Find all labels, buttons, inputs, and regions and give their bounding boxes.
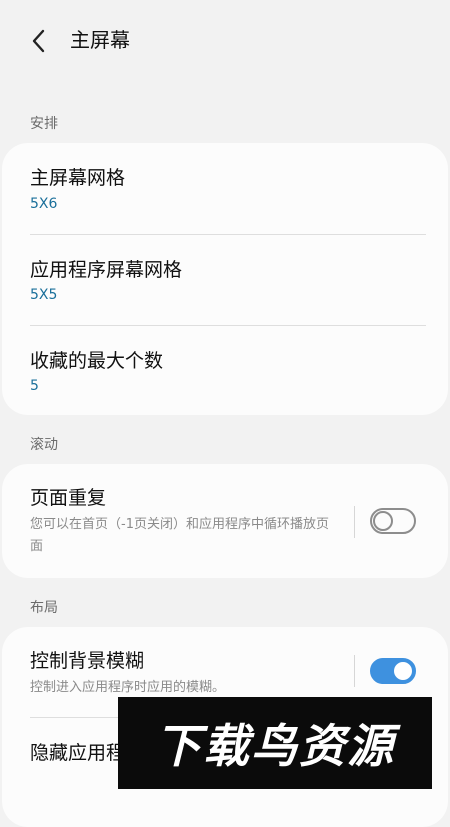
- toggle-knob: [392, 660, 414, 682]
- setting-subtitle: 控制进入应用程序时应用的模糊。: [30, 680, 226, 695]
- watermark-text: 下载鸟资源: [155, 719, 395, 773]
- section-label-scroll: 滚动: [30, 437, 58, 453]
- toggle-knob: [373, 511, 393, 531]
- section-label-layout: 布局: [30, 600, 58, 616]
- section-label-arrange: 安排: [30, 116, 58, 132]
- setting-page-repeat[interactable]: 页面重复 您可以在首页（-1页关闭）和应用程序中循环播放页面: [2, 464, 448, 578]
- setting-title: 应用程序屏幕网格: [30, 259, 183, 281]
- page-repeat-toggle[interactable]: [370, 508, 416, 534]
- setting-home-grid[interactable]: 主屏幕网格 5X6: [2, 143, 448, 234]
- setting-title: 页面重复: [30, 487, 107, 509]
- setting-subtitle: 您可以在首页（-1页关闭）和应用程序中循环播放页面: [30, 517, 329, 554]
- setting-apps-grid[interactable]: 应用程序屏幕网格 5X5: [2, 235, 448, 325]
- back-button[interactable]: [22, 24, 56, 58]
- watermark-banner: 下载鸟资源: [118, 697, 432, 789]
- setting-max-favorites[interactable]: 收藏的最大个数 5: [2, 326, 448, 415]
- vertical-separator: [354, 506, 355, 538]
- setting-title: 收藏的最大个数: [30, 350, 164, 372]
- setting-value: 5X5: [30, 287, 58, 303]
- setting-value: 5X6: [30, 196, 58, 212]
- setting-title: 主屏幕网格: [30, 167, 126, 189]
- background-blur-toggle[interactable]: [370, 658, 416, 684]
- page-title: 主屏幕: [70, 28, 130, 52]
- card-arrange: 主屏幕网格 5X6 应用程序屏幕网格 5X5 收藏的最大个数 5: [2, 143, 448, 415]
- setting-title: 控制背景模糊: [30, 650, 145, 672]
- app-header: 主屏幕: [0, 0, 450, 80]
- vertical-separator: [354, 655, 355, 687]
- chevron-left-icon: [32, 29, 45, 53]
- card-scroll: 页面重复 您可以在首页（-1页关闭）和应用程序中循环播放页面: [2, 464, 448, 578]
- setting-value: 5: [30, 378, 39, 394]
